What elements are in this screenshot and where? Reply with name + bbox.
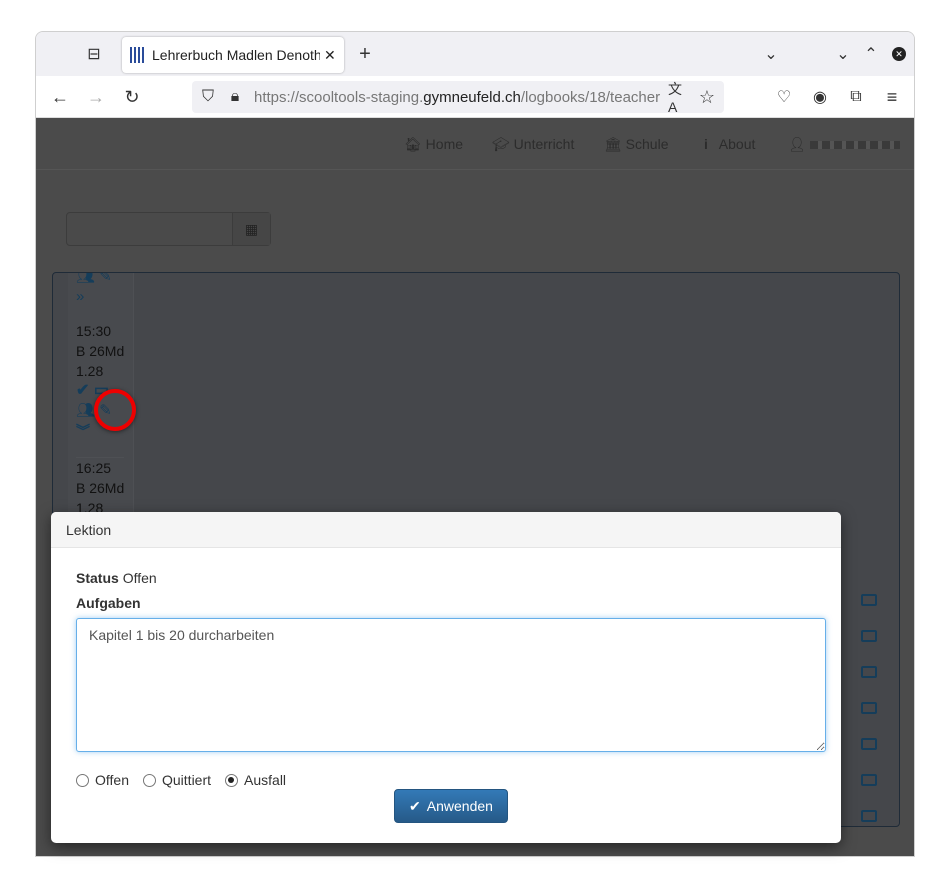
maximize-icon[interactable]: ⌃ <box>862 44 880 64</box>
nav-label: Home <box>425 136 464 152</box>
radio-ausfall[interactable]: Ausfall <box>225 772 286 788</box>
folder-icon[interactable] <box>861 666 877 678</box>
radio-button[interactable] <box>76 773 89 787</box>
blurred-username <box>809 141 900 150</box>
account-icon[interactable]: ◉ <box>810 87 830 107</box>
nav-label: Unterricht <box>513 136 575 152</box>
url-bar[interactable]: https://scooltools-staging. gymneufeld.ch… <box>192 81 724 113</box>
back-icon[interactable]: ← <box>50 87 70 107</box>
radio-label: Offen <box>95 772 129 788</box>
folder-icon[interactable] <box>861 594 877 606</box>
folder-icon[interactable] <box>861 738 877 750</box>
tasks-textarea[interactable]: Kapitel 1 bis 20 durcharbeiten <box>76 618 826 752</box>
radio-label: Ausfall <box>244 772 287 788</box>
lesson-icons-top[interactable]: 👥︎ ✎» <box>76 273 112 307</box>
url-path: /logbooks/18/teacher <box>520 88 661 106</box>
extensions-icon[interactable]: ⧉ <box>846 87 866 107</box>
close-window-icon[interactable]: ✕ <box>892 47 906 61</box>
modal-title: Lektion <box>51 512 841 548</box>
nav-home[interactable]: 🏠︎ Home <box>404 136 463 153</box>
nav-about[interactable]: i About <box>704 136 755 152</box>
new-tab-icon[interactable]: + <box>354 43 376 65</box>
nav-label: Schule <box>625 136 669 152</box>
lesson-modal: Lektion Status Offen Aufgaben Kapitel 1 … <box>51 512 841 843</box>
radio-button[interactable] <box>225 773 239 787</box>
nav-label: About <box>718 136 756 152</box>
browser-tab[interactable]: Lehrerbuch Madlen Denoth ✕ <box>122 37 344 73</box>
lock-icon[interactable]: 🔒︎ <box>225 87 245 107</box>
folder-icon[interactable] <box>861 810 877 822</box>
forward-icon[interactable]: → <box>86 87 106 107</box>
url-prefix: https://scooltools-staging. <box>254 88 424 106</box>
lesson-room: B 26Md <box>76 343 125 359</box>
folder-icon[interactable] <box>861 774 877 786</box>
url-domain: gymneufeld.ch <box>423 88 521 106</box>
menu-icon[interactable]: ≡ <box>882 87 902 107</box>
tab-list-icon[interactable]: ⌄ <box>761 44 781 64</box>
radio-offen[interactable]: Offen <box>76 772 129 788</box>
lesson-room: B 26Md <box>76 480 125 496</box>
nav-schule[interactable]: 🏛︎ Schule <box>604 136 668 153</box>
lesson-time: 16:25 <box>76 460 112 476</box>
nav-unterricht[interactable]: 🎓︎ Unterricht <box>492 136 574 153</box>
radio-label: Quittiert <box>162 772 212 788</box>
reload-icon[interactable]: ↻ <box>122 87 142 107</box>
minimize-icon[interactable]: ⌄ <box>834 44 852 64</box>
check-icon: ✔ <box>409 797 421 814</box>
translate-icon[interactable]: 文A <box>668 81 690 115</box>
pocket-icon[interactable]: ♡ <box>774 87 794 107</box>
tab-bar: ⊟ Lehrerbuch Madlen Denoth ✕ + ⌄ ⌄ ⌃ ✕ <box>36 32 914 76</box>
status-radio-group: Offen Quittiert Ausfall <box>76 772 286 788</box>
radio-quittiert[interactable]: Quittiert <box>143 772 211 788</box>
calendar-icon[interactable]: ▦ <box>232 213 270 245</box>
tasks-label: Aufgaben <box>76 595 141 611</box>
folder-icon[interactable] <box>861 702 877 714</box>
status-label: Status <box>76 570 119 586</box>
radio-button[interactable] <box>143 773 156 787</box>
nav-bar: ← → ↻ https://scooltools-staging. gymneuf… <box>36 76 914 118</box>
top-navigation: 🏠︎ Home 🎓︎ Unterricht 🏛︎ Schule i About … <box>36 118 914 170</box>
status-value: Offen <box>122 570 157 586</box>
lesson-time: 15:30 <box>76 323 112 339</box>
shield-icon[interactable]: ⛉ <box>198 87 218 107</box>
lesson-class: 1.28 <box>76 363 104 379</box>
folder-icon[interactable] <box>861 630 877 642</box>
tab-overview-icon[interactable]: ⊟ <box>84 44 104 64</box>
close-tab-icon[interactable]: ✕ <box>324 47 336 64</box>
tab-title: Lehrerbuch Madlen Denoth <box>152 47 320 63</box>
nav-user[interactable]: 👤︎ <box>788 136 900 153</box>
highlight-circle <box>94 389 136 431</box>
date-input[interactable]: ▦ <box>66 212 271 246</box>
apply-button[interactable]: ✔ Anwenden <box>394 789 508 823</box>
status-line: Status Offen <box>76 570 157 586</box>
lesson-item: 16:25 B 26Md 1.28 <box>76 457 125 518</box>
favicon-icon <box>130 47 146 63</box>
apply-label: Anwenden <box>426 798 493 814</box>
bookmark-star-icon[interactable]: ☆ <box>696 87 718 107</box>
